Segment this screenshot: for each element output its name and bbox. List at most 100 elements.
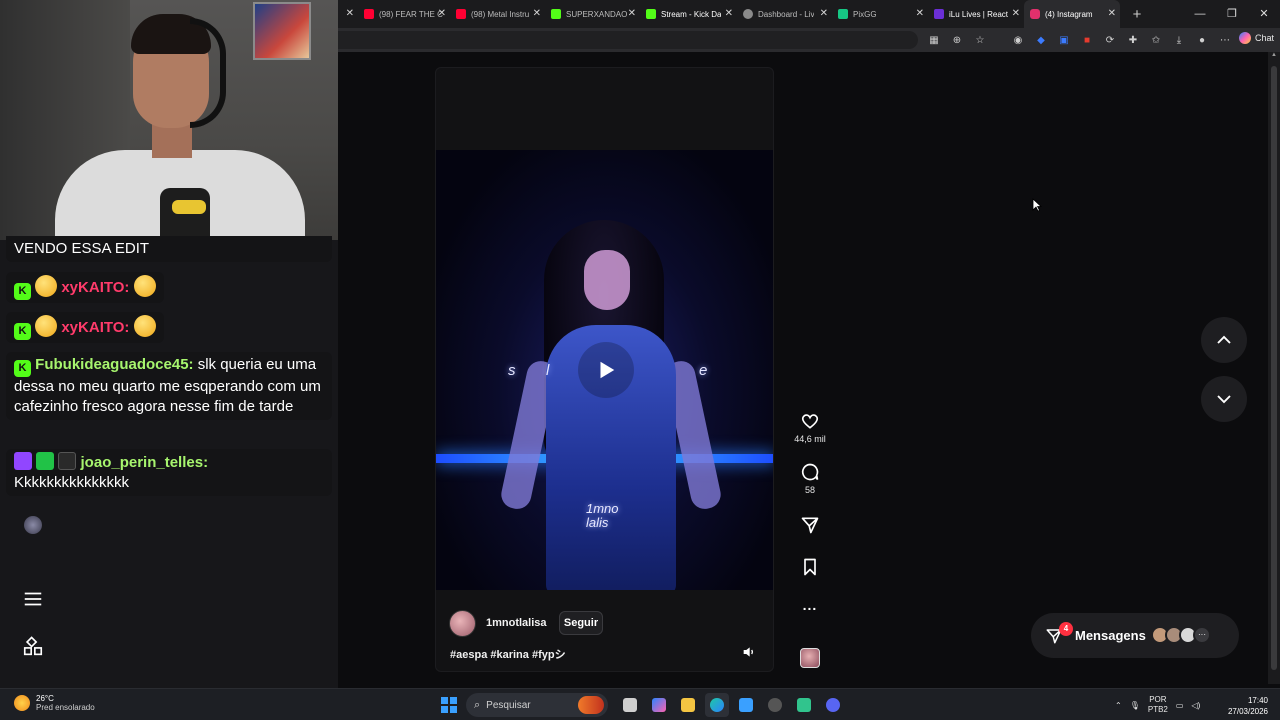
reel-caption[interactable]: #aespa #karina #fypシ: [450, 646, 566, 662]
taskbar-clock[interactable]: 17:40 27/03/2026: [1228, 695, 1268, 717]
bookmark-icon[interactable]: [800, 557, 820, 577]
chat-username[interactable]: xyKAITO:: [61, 319, 129, 336]
copilot-icon: [1238, 32, 1251, 44]
chat-username[interactable]: Fubukideaguadoce45:: [35, 356, 193, 373]
tab-instagram[interactable]: (4) Instagram ✕: [1024, 0, 1120, 28]
chat-message: K xyKAITO:: [6, 272, 164, 303]
play-button[interactable]: [578, 342, 634, 398]
extension-icon[interactable]: ◉: [1009, 31, 1027, 49]
chevron-up-icon[interactable]: ⌃: [1115, 701, 1122, 710]
puzzle-icon[interactable]: ✚: [1124, 31, 1142, 49]
previous-reel-button[interactable]: [1201, 317, 1247, 363]
shield-icon[interactable]: ◆: [1032, 31, 1050, 49]
like-count: 44,6 mil: [794, 434, 826, 444]
close-window-button[interactable]: ✕: [1248, 0, 1280, 28]
task-view-icon[interactable]: [618, 693, 642, 717]
screen: ▲ s l e 1mno lalis 1mnotlalisa Seguir #a…: [0, 0, 1280, 720]
audio-thumbnail[interactable]: [800, 648, 820, 668]
file-explorer-icon[interactable]: [676, 693, 700, 717]
minimize-button[interactable]: —: [1184, 0, 1216, 28]
close-tab-icon[interactable]: ✕: [820, 8, 828, 19]
download-icon[interactable]: ⤓: [1170, 31, 1188, 49]
reel-video[interactable]: s l e 1mno lalis: [436, 150, 773, 590]
emote-icon: [35, 275, 58, 297]
new-tab-button[interactable]: +: [1126, 6, 1148, 23]
kick-badge-icon: K: [14, 323, 31, 340]
apps-grid-icon[interactable]: [22, 636, 44, 658]
tab-stream-kick[interactable]: Stream - Kick Da ✕: [640, 0, 737, 28]
refresh-icon[interactable]: ⟳: [1101, 31, 1119, 49]
more-icon[interactable]: ⋯: [1216, 31, 1234, 49]
close-tab-icon[interactable]: ✕: [916, 8, 924, 19]
network-icon[interactable]: ▭: [1176, 701, 1184, 710]
copilot-chat-button[interactable]: Chat: [1238, 32, 1274, 44]
volume-icon[interactable]: ◁): [1191, 701, 1200, 710]
translate-icon[interactable]: ▣: [1055, 31, 1073, 49]
messages-button[interactable]: 4 Mensagens ···: [1031, 613, 1239, 658]
close-tab-icon[interactable]: ✕: [346, 8, 354, 19]
zoom-icon[interactable]: ⊕: [948, 31, 966, 49]
scrollbar-thumb[interactable]: [1271, 66, 1277, 670]
profile-icon[interactable]: ●: [1193, 31, 1211, 49]
weather-desc: Pred ensolarado: [36, 703, 95, 712]
tab-fear-the[interactable]: (98) FEAR THE C ✕: [358, 0, 450, 28]
page-scrollbar[interactable]: ▲: [1268, 52, 1280, 684]
edge-icon[interactable]: [705, 693, 729, 717]
favorites-icon[interactable]: ✩: [1147, 31, 1165, 49]
next-reel-button[interactable]: [1201, 376, 1247, 422]
taskbar-search[interactable]: ⌕ Pesquisar: [466, 693, 608, 717]
close-tab-icon[interactable]: ✕: [533, 8, 541, 19]
instagram-icon: [1030, 9, 1040, 19]
sword-badge-icon: [36, 452, 55, 470]
pdf-icon[interactable]: ■: [1078, 31, 1096, 49]
hamburger-menu-icon[interactable]: [22, 588, 44, 610]
windows-start-icon[interactable]: [441, 697, 457, 713]
windows-taskbar: 26°C Pred ensolarado ⌕ Pesquisar ⌃ 🎙 POR: [0, 688, 1280, 720]
browser-tab-strip: ✕ (98) FEAR THE C ✕ (98) Metal Instru ✕ …: [338, 0, 1280, 28]
browser-toolbar: ▦ ⊕ ☆ ◉ ◆ ▣ ■ ⟳ ✚ ✩ ⤓ ● ⋯ Chat: [338, 28, 1280, 52]
close-tab-icon[interactable]: ✕: [438, 8, 446, 19]
streamlabs-icon[interactable]: [792, 693, 816, 717]
comment-action[interactable]: 58: [790, 462, 830, 495]
grid-icon[interactable]: ▦: [925, 31, 943, 49]
tab-partial[interactable]: ✕: [338, 0, 358, 28]
maximize-button[interactable]: ❐: [1216, 0, 1248, 28]
tab-dashboard[interactable]: Dashboard - Liv ✕: [737, 0, 832, 28]
lyric-char-left: s: [508, 362, 516, 379]
address-bar[interactable]: [338, 31, 918, 49]
discord-icon[interactable]: [821, 693, 845, 717]
close-tab-icon[interactable]: ✕: [1012, 8, 1020, 19]
store-icon[interactable]: [734, 693, 758, 717]
volume-icon[interactable]: [741, 644, 757, 660]
heart-icon[interactable]: [800, 411, 820, 431]
chat-username[interactable]: joao_perin_telles:: [81, 454, 209, 471]
chevron-down-icon: [1217, 395, 1231, 404]
scroll-up-arrow-icon[interactable]: ▲: [1268, 52, 1280, 58]
window-controls: — ❐ ✕: [1184, 0, 1280, 28]
author-username[interactable]: 1mnotlalisa: [486, 617, 547, 629]
star-icon[interactable]: ☆: [971, 31, 989, 49]
share-action[interactable]: [790, 515, 830, 535]
close-tab-icon[interactable]: ✕: [725, 8, 733, 19]
chat-username[interactable]: xyKAITO:: [61, 279, 129, 296]
tab-ilu-lives[interactable]: iLu Lives | React ✕: [928, 0, 1024, 28]
follow-button[interactable]: Seguir: [559, 611, 603, 635]
microphone-icon[interactable]: 🎙: [1130, 701, 1140, 710]
tab-pixgg[interactable]: PixGG ✕: [832, 0, 928, 28]
author-avatar[interactable]: [449, 610, 476, 637]
webcam-feed: [0, 0, 338, 240]
tab-superxandao[interactable]: SUPERXANDAO ✕: [545, 0, 640, 28]
tab-metal-instru[interactable]: (98) Metal Instru ✕: [450, 0, 545, 28]
close-tab-icon[interactable]: ✕: [628, 8, 636, 19]
weather-temp: 26°C: [36, 694, 54, 703]
more-options-button[interactable]: ...: [790, 597, 830, 613]
like-action[interactable]: 44,6 mil: [790, 411, 830, 444]
input-language[interactable]: POR PTB2: [1148, 695, 1168, 715]
obs-icon[interactable]: [763, 693, 787, 717]
close-tab-icon[interactable]: ✕: [1108, 8, 1116, 19]
copilot-app-icon[interactable]: [647, 693, 671, 717]
comment-icon[interactable]: [800, 462, 820, 482]
save-action[interactable]: [790, 557, 830, 577]
send-icon[interactable]: [800, 515, 820, 535]
weather-widget[interactable]: 26°C Pred ensolarado: [14, 694, 95, 712]
